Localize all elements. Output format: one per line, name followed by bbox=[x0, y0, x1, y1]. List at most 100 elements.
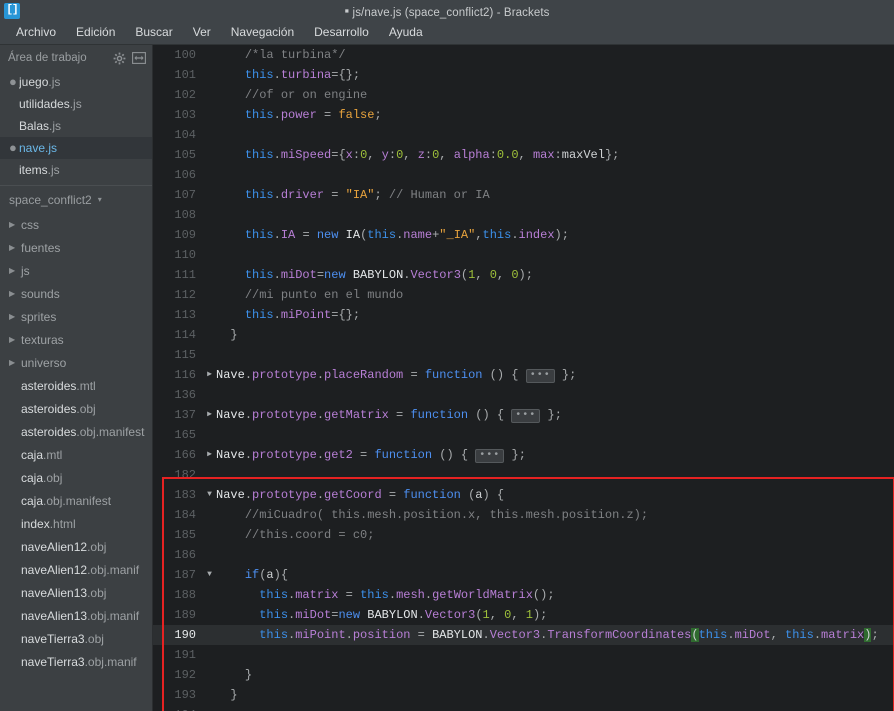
code-line[interactable]: 183▼Nave.prototype.getCoord = function (… bbox=[153, 485, 894, 505]
fold-expanded-icon[interactable]: ▼ bbox=[203, 565, 216, 585]
tree-folder-sprites[interactable]: ▶sprites bbox=[0, 305, 152, 328]
tree-file-caja.obj[interactable]: caja.obj bbox=[0, 466, 152, 489]
working-file-juego[interactable]: ●juego.js bbox=[0, 71, 152, 93]
menu-bar[interactable]: ArchivoEdiciónBuscarVerNavegaciónDesarro… bbox=[0, 21, 894, 45]
code-line[interactable]: 191 bbox=[153, 645, 894, 665]
fold-collapsed-icon[interactable]: ▶ bbox=[203, 365, 216, 385]
code-line[interactable]: 100 /*la turbina*/ bbox=[153, 45, 894, 65]
code-line[interactable]: 193 } bbox=[153, 685, 894, 705]
tree-file-navetierra3.obj.manif[interactable]: naveTierra3.obj.manif bbox=[0, 650, 152, 673]
tree-file-navealien12.obj[interactable]: naveAlien12.obj bbox=[0, 535, 152, 558]
code-line[interactable]: 194 bbox=[153, 705, 894, 711]
line-number[interactable]: 109 bbox=[153, 225, 203, 245]
tree-file-navealien13.obj.manif[interactable]: naveAlien13.obj.manif bbox=[0, 604, 152, 627]
line-number[interactable]: 137 bbox=[153, 405, 203, 425]
code-line[interactable]: 136 bbox=[153, 385, 894, 405]
line-number[interactable]: 185 bbox=[153, 525, 203, 545]
code-editor[interactable]: 100 /*la turbina*/101 this.turbina={};10… bbox=[153, 45, 894, 711]
code-line[interactable]: 188 this.matrix = this.mesh.getWorldMatr… bbox=[153, 585, 894, 605]
code-line[interactable]: 105 this.miSpeed={x:0, y:0, z:0, alpha:0… bbox=[153, 145, 894, 165]
tree-file-asteroides.obj.manifest[interactable]: asteroides.obj.manifest bbox=[0, 420, 152, 443]
line-number[interactable]: 189 bbox=[153, 605, 203, 625]
tree-folder-js[interactable]: ▶js bbox=[0, 259, 152, 282]
project-tree[interactable]: ▶css▶fuentes▶js▶sounds▶sprites▶texturas▶… bbox=[0, 213, 152, 711]
tree-file-navetierra3.obj[interactable]: naveTierra3.obj bbox=[0, 627, 152, 650]
line-number[interactable]: 184 bbox=[153, 505, 203, 525]
tree-file-asteroides.mtl[interactable]: asteroides.mtl bbox=[0, 374, 152, 397]
code-line[interactable]: 103 this.power = false; bbox=[153, 105, 894, 125]
menu-item-navegación[interactable]: Navegación bbox=[221, 22, 304, 43]
code-line[interactable]: 192 } bbox=[153, 665, 894, 685]
code-line[interactable]: 110 bbox=[153, 245, 894, 265]
menu-item-desarrollo[interactable]: Desarrollo bbox=[304, 22, 379, 43]
line-number[interactable]: 114 bbox=[153, 325, 203, 345]
tree-folder-fuentes[interactable]: ▶fuentes bbox=[0, 236, 152, 259]
code-line[interactable]: 104 bbox=[153, 125, 894, 145]
code-line[interactable]: 102 //of or on engine bbox=[153, 85, 894, 105]
line-number[interactable]: 188 bbox=[153, 585, 203, 605]
tree-file-index.html[interactable]: index.html bbox=[0, 512, 152, 535]
line-number[interactable]: 105 bbox=[153, 145, 203, 165]
line-number[interactable]: 103 bbox=[153, 105, 203, 125]
code-line[interactable]: 114 } bbox=[153, 325, 894, 345]
menu-item-ver[interactable]: Ver bbox=[183, 22, 221, 43]
line-number[interactable]: 193 bbox=[153, 685, 203, 705]
code-line[interactable]: 109 this.IA = new IA(this.name+"_IA",thi… bbox=[153, 225, 894, 245]
working-file-nave[interactable]: ●nave.js bbox=[0, 137, 152, 159]
code-line[interactable]: 190 this.miPoint.position = BABYLON.Vect… bbox=[153, 625, 894, 645]
line-number[interactable]: 104 bbox=[153, 125, 203, 145]
line-number[interactable]: 113 bbox=[153, 305, 203, 325]
code-line[interactable]: 165 bbox=[153, 425, 894, 445]
code-line[interactable]: 101 this.turbina={}; bbox=[153, 65, 894, 85]
code-line[interactable]: 107 this.driver = "IA"; // Human or IA bbox=[153, 185, 894, 205]
gear-icon[interactable] bbox=[112, 51, 127, 66]
project-header[interactable]: space_conflict2 ▾ bbox=[0, 186, 152, 213]
line-number[interactable]: 110 bbox=[153, 245, 203, 265]
line-number[interactable]: 187 bbox=[153, 565, 203, 585]
line-number[interactable]: 106 bbox=[153, 165, 203, 185]
split-view-icon[interactable] bbox=[131, 51, 146, 66]
line-number[interactable]: 107 bbox=[153, 185, 203, 205]
code-line[interactable]: 182 bbox=[153, 465, 894, 485]
tree-folder-universo[interactable]: ▶universo bbox=[0, 351, 152, 374]
line-number[interactable]: 136 bbox=[153, 385, 203, 405]
menu-item-ayuda[interactable]: Ayuda bbox=[379, 22, 433, 43]
code-line[interactable]: 189 this.miDot=new BABYLON.Vector3(1, 0,… bbox=[153, 605, 894, 625]
line-number[interactable]: 102 bbox=[153, 85, 203, 105]
code-line[interactable]: 106 bbox=[153, 165, 894, 185]
line-number[interactable]: 108 bbox=[153, 205, 203, 225]
code-line[interactable]: 137▶Nave.prototype.getMatrix = function … bbox=[153, 405, 894, 425]
code-line[interactable]: 113 this.miPoint={}; bbox=[153, 305, 894, 325]
line-number[interactable]: 182 bbox=[153, 465, 203, 485]
tree-file-caja.obj.manifest[interactable]: caja.obj.manifest bbox=[0, 489, 152, 512]
line-number[interactable]: 112 bbox=[153, 285, 203, 305]
working-files-list[interactable]: ●juego.jsutilidades.jsBalas.js●nave.jsit… bbox=[0, 71, 152, 185]
line-number[interactable]: 101 bbox=[153, 65, 203, 85]
code-line[interactable]: 108 bbox=[153, 205, 894, 225]
working-file-utilidades[interactable]: utilidades.js bbox=[0, 93, 152, 115]
working-file-balas[interactable]: Balas.js bbox=[0, 115, 152, 137]
tree-file-asteroides.obj[interactable]: asteroides.obj bbox=[0, 397, 152, 420]
tree-file-caja.mtl[interactable]: caja.mtl bbox=[0, 443, 152, 466]
fold-expanded-icon[interactable]: ▼ bbox=[203, 485, 216, 505]
code-line[interactable]: 166▶Nave.prototype.get2 = function () { … bbox=[153, 445, 894, 465]
line-number[interactable]: 115 bbox=[153, 345, 203, 365]
code-line[interactable]: 186 bbox=[153, 545, 894, 565]
code-line[interactable]: 115 bbox=[153, 345, 894, 365]
code-line[interactable]: 112 //mi punto en el mundo bbox=[153, 285, 894, 305]
line-number[interactable]: 192 bbox=[153, 665, 203, 685]
line-number[interactable]: 100 bbox=[153, 45, 203, 65]
line-number[interactable]: 166 bbox=[153, 445, 203, 465]
working-file-items[interactable]: items.js bbox=[0, 159, 152, 181]
code-line[interactable]: 116▶Nave.prototype.placeRandom = functio… bbox=[153, 365, 894, 385]
code-line[interactable]: 184 //miCuadro( this.mesh.position.x, th… bbox=[153, 505, 894, 525]
tree-folder-texturas[interactable]: ▶texturas bbox=[0, 328, 152, 351]
line-number[interactable]: 116 bbox=[153, 365, 203, 385]
fold-collapsed-icon[interactable]: ▶ bbox=[203, 405, 216, 425]
line-number[interactable]: 194 bbox=[153, 705, 203, 711]
tree-folder-sounds[interactable]: ▶sounds bbox=[0, 282, 152, 305]
tree-file-navealien13.obj[interactable]: naveAlien13.obj bbox=[0, 581, 152, 604]
code-line[interactable]: 185 //this.coord = c0; bbox=[153, 525, 894, 545]
fold-collapsed-icon[interactable]: ▶ bbox=[203, 445, 216, 465]
code-line[interactable]: 187▼ if(a){ bbox=[153, 565, 894, 585]
